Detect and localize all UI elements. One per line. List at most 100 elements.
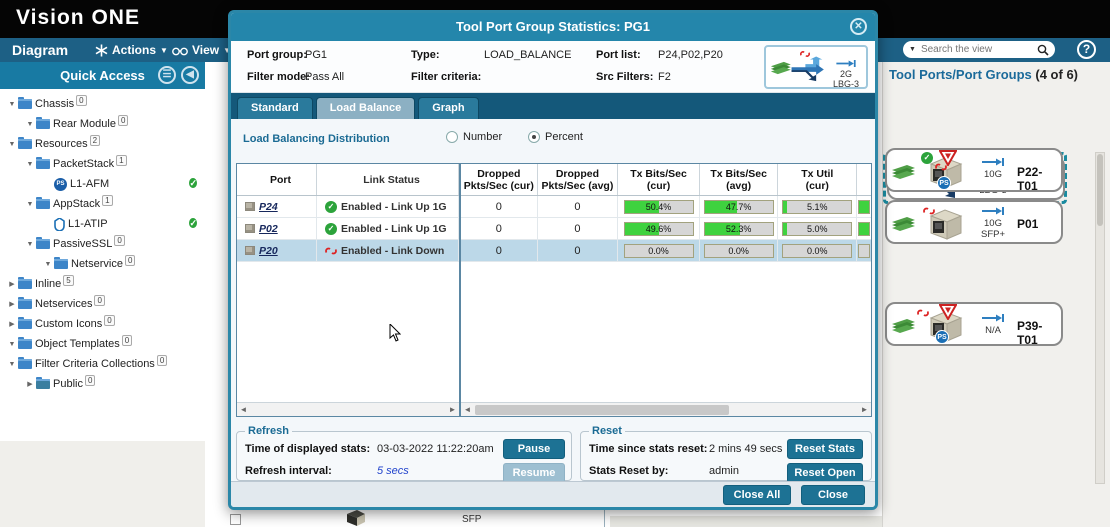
tree-item-rear-module[interactable]: ▼Rear Module0 bbox=[0, 114, 205, 134]
refresh-interval-label: Refresh interval: bbox=[245, 465, 332, 477]
scrollbar-thumb[interactable] bbox=[1097, 154, 1103, 226]
tree-item-l1-afm[interactable]: PSL1-AFM bbox=[0, 174, 205, 194]
scroll-left-icon[interactable]: ◄ bbox=[237, 404, 250, 416]
expand-arrow[interactable]: ▼ bbox=[24, 121, 36, 128]
tree-item-netservices[interactable]: ▶Netservices0 bbox=[0, 294, 205, 314]
port-link[interactable]: P24 bbox=[259, 201, 278, 213]
actions-menu[interactable]: Actions▼ bbox=[95, 38, 168, 62]
close-all-button[interactable]: Close All bbox=[723, 485, 791, 505]
partial-bar bbox=[858, 222, 870, 236]
collapse-panel-icon[interactable]: ◀ bbox=[181, 66, 199, 84]
card-p01[interactable]: 10G SFP+ P01 bbox=[885, 200, 1063, 244]
table-row-selected[interactable]: 0 0 0.0% 0.0% 0.0% bbox=[461, 240, 871, 262]
expand-arrow[interactable]: ▶ bbox=[6, 320, 18, 328]
tree-label[interactable]: Object Templates bbox=[35, 338, 120, 350]
table-fixed-pane: Port Link Status P24 Enabled - Link Up 1… bbox=[236, 163, 460, 417]
broken-link-icon bbox=[917, 307, 929, 319]
search-box[interactable]: ▼ bbox=[903, 41, 1055, 58]
scroll-left-icon[interactable]: ◄ bbox=[461, 404, 474, 416]
radio-number[interactable]: Number bbox=[446, 131, 502, 143]
tree-label[interactable]: PassiveSSL bbox=[53, 238, 112, 250]
tree-label[interactable]: Inline bbox=[35, 278, 61, 290]
close-button[interactable]: Close bbox=[801, 485, 865, 505]
tree-label[interactable]: Public bbox=[53, 378, 83, 390]
filter-dropdown-icon[interactable]: ▼ bbox=[909, 46, 916, 53]
search-icon[interactable] bbox=[1037, 44, 1049, 56]
expand-arrow[interactable]: ▼ bbox=[24, 201, 36, 208]
radio-icon[interactable] bbox=[528, 131, 540, 143]
tab-diagram[interactable]: Diagram bbox=[12, 38, 68, 62]
stats-reset-by-value: admin bbox=[709, 465, 739, 477]
warning-triangle-icon bbox=[939, 304, 957, 320]
tree-label[interactable]: Rear Module bbox=[53, 118, 116, 130]
expand-arrow[interactable]: ▶ bbox=[6, 280, 18, 288]
scrollbar-thumb[interactable] bbox=[475, 405, 729, 415]
expand-arrow[interactable]: ▼ bbox=[24, 161, 36, 168]
expand-arrow[interactable]: ▼ bbox=[42, 261, 54, 268]
table-row-selected[interactable]: P20 Enabled - Link Down bbox=[237, 240, 459, 262]
tree-item-passivessl[interactable]: ▼PassiveSSL0 bbox=[0, 234, 205, 254]
tree-item-resources[interactable]: ▼Resources2 bbox=[0, 134, 205, 154]
tree-label[interactable]: AppStack bbox=[53, 198, 100, 210]
tree-label[interactable]: Netservices bbox=[35, 298, 92, 310]
tree-item-custom-icons[interactable]: ▶Custom Icons0 bbox=[0, 314, 205, 334]
pause-button[interactable]: Pause bbox=[503, 439, 565, 459]
expand-arrow[interactable]: ▼ bbox=[24, 241, 36, 248]
card-p22-t01[interactable]: PS 10G P22-T01 bbox=[885, 148, 1063, 192]
underlay-checkbox[interactable] bbox=[230, 514, 241, 525]
radio-percent[interactable]: Percent bbox=[528, 131, 583, 143]
broken-link-icon bbox=[923, 205, 935, 217]
panel-scrollbar[interactable] bbox=[1095, 152, 1105, 484]
scroll-right-icon[interactable]: ► bbox=[858, 404, 871, 416]
tree-item-object-templates[interactable]: ▼Object Templates0 bbox=[0, 334, 205, 354]
resume-button[interactable]: Resume bbox=[503, 463, 565, 483]
expand-arrow[interactable]: ▼ bbox=[6, 361, 18, 368]
reset-open-button[interactable]: Reset Open bbox=[787, 463, 863, 483]
tree-item-netservice[interactable]: ▼Netservice0 bbox=[0, 254, 205, 274]
expand-arrow[interactable]: ▼ bbox=[6, 101, 18, 108]
tree-label[interactable]: L1-AFM bbox=[70, 178, 109, 190]
table-row[interactable]: 0 0 49.6% 52.3% 5.0% bbox=[461, 218, 871, 240]
expand-arrow[interactable]: ▶ bbox=[24, 380, 36, 388]
reset-stats-button[interactable]: Reset Stats bbox=[787, 439, 863, 459]
tree-label[interactable]: Netservice bbox=[71, 258, 123, 270]
tree-label[interactable]: Chassis bbox=[35, 98, 74, 110]
tree-label[interactable]: Resources bbox=[35, 138, 88, 150]
menu-icon[interactable]: ☰ bbox=[158, 66, 176, 84]
tree-label[interactable]: Custom Icons bbox=[35, 318, 102, 330]
expand-arrow[interactable]: ▶ bbox=[6, 300, 18, 308]
tree-label[interactable]: PacketStack bbox=[53, 158, 114, 170]
search-input[interactable] bbox=[921, 44, 1032, 55]
tree-item-inline[interactable]: ▶Inline5 bbox=[0, 274, 205, 294]
fixed-pane-hscrollbar[interactable]: ◄► bbox=[237, 402, 459, 416]
expand-arrow[interactable]: ▼ bbox=[6, 141, 18, 148]
folder-icon bbox=[36, 199, 50, 209]
tree-item-appstack[interactable]: ▼AppStack1 bbox=[0, 194, 205, 214]
scroll-right-icon[interactable]: ► bbox=[446, 404, 459, 416]
tree-item-filter-criteria-collections[interactable]: ▼Filter Criteria Collections0 bbox=[0, 354, 205, 374]
close-icon[interactable]: ✕ bbox=[850, 18, 867, 35]
refresh-interval-link[interactable]: 5 secs bbox=[377, 465, 409, 477]
tab-load-balance[interactable]: Load Balance bbox=[316, 97, 416, 119]
card-p39-t01[interactable]: PS N/A P39-T01 bbox=[885, 302, 1063, 346]
tree-label[interactable]: L1-ATIP bbox=[68, 218, 108, 230]
tree-item-l1-atip[interactable]: L1-ATIP bbox=[0, 214, 205, 234]
tree-item-chassis[interactable]: ▼Chassis0 bbox=[0, 94, 205, 114]
tab-standard[interactable]: Standard bbox=[237, 97, 313, 119]
port-group-label: Port group: bbox=[247, 49, 307, 61]
radio-icon[interactable] bbox=[446, 131, 458, 143]
partial-bar bbox=[858, 200, 870, 214]
scroll-pane-hscrollbar[interactable]: ◄► bbox=[461, 402, 871, 416]
tree-label[interactable]: Filter Criteria Collections bbox=[35, 358, 155, 370]
expand-arrow[interactable]: ▼ bbox=[6, 341, 18, 348]
help-icon[interactable]: ? bbox=[1077, 40, 1096, 59]
tab-graph[interactable]: Graph bbox=[418, 97, 478, 119]
tree-item-public[interactable]: ▶Public0 bbox=[0, 374, 205, 394]
table-row[interactable]: 0 0 50.4% 47.7% 5.1% bbox=[461, 196, 871, 218]
table-row[interactable]: P24 Enabled - Link Up 1G bbox=[237, 196, 459, 218]
tree-item-packetstack[interactable]: ▼PacketStack1 bbox=[0, 154, 205, 174]
port-link[interactable]: P20 bbox=[259, 245, 278, 257]
port-link[interactable]: P02 bbox=[259, 223, 278, 235]
view-menu[interactable]: View▼ bbox=[172, 38, 231, 62]
table-row[interactable]: P02 Enabled - Link Up 1G bbox=[237, 218, 459, 240]
